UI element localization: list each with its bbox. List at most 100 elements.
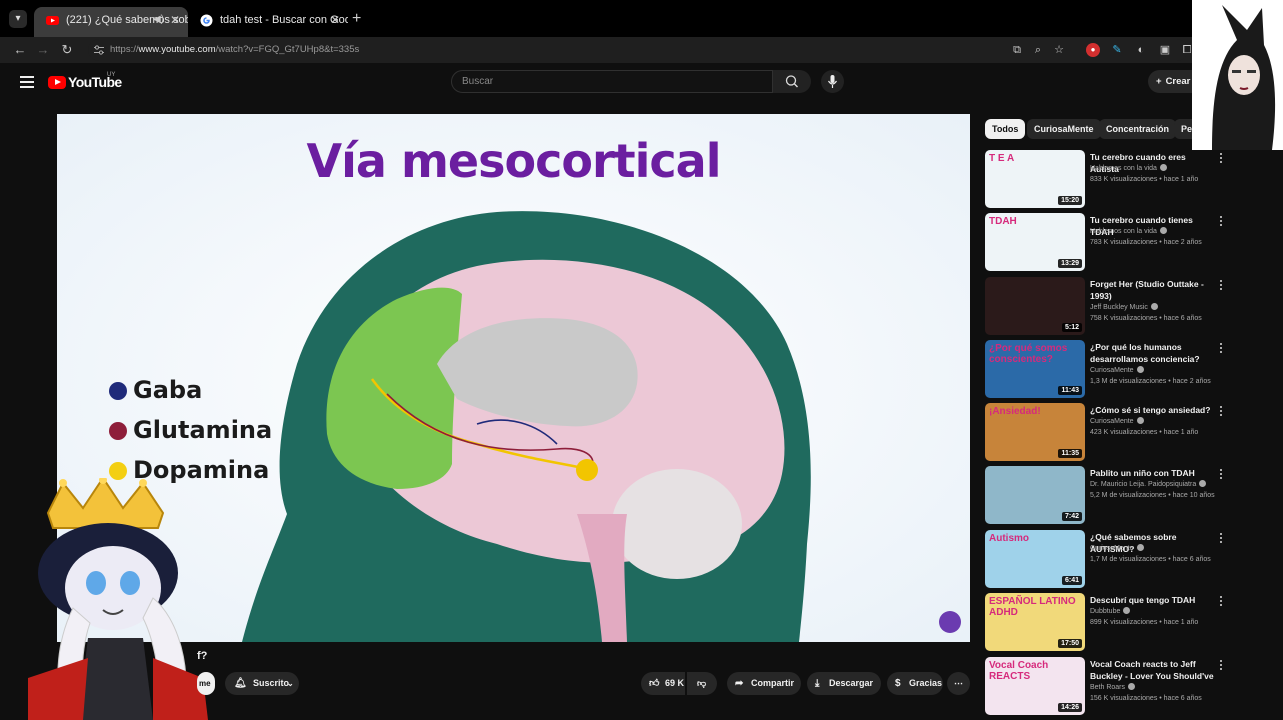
recommendation-item[interactable]: ESPAÑOL LATINO ADHD 17:50 Descubrí que ten… [985, 593, 1225, 653]
download-button[interactable]: ⤓ Descargar [807, 672, 881, 695]
thanks-button[interactable]: $ Gracias [887, 672, 943, 695]
legend-glutamina: Glutamina [109, 416, 272, 444]
channel-line[interactable]: Hablemos con la vida [1090, 164, 1167, 172]
back-arrow-icon[interactable]: ← [10, 40, 30, 60]
more-options-icon[interactable] [1218, 469, 1224, 481]
extension-cursor-icon[interactable]: ✎ [1110, 43, 1124, 57]
channel-name: Hablemos con la vida [1090, 228, 1157, 235]
recommendation-title[interactable]: ¿Cómo sé si tengo ansiedad? [1090, 404, 1215, 416]
share-button[interactable]: ➦ Compartir [727, 672, 801, 695]
more-options-icon[interactable] [1218, 533, 1224, 545]
more-options-icon[interactable] [1218, 406, 1224, 418]
video-thumbnail[interactable]: Autismo 6:41 [985, 530, 1085, 588]
more-options-icon[interactable] [1218, 280, 1224, 292]
tab-youtube[interactable]: (221) ¿Qué sabemos sobre ◀) ✕ [34, 7, 188, 37]
recommendation-title[interactable]: Vocal Coach reacts to Jeff Buckley - Lov… [1090, 658, 1215, 682]
video-duration: 6:41 [1061, 576, 1082, 585]
channel-line[interactable]: CuriosaMente [1090, 417, 1144, 425]
more-options-icon[interactable] [1218, 343, 1224, 355]
channel-line[interactable]: CuriosaMente [1090, 544, 1144, 552]
recommendation-item[interactable]: Autismo 6:41 ¿Qué sabemos sobre AUTISMO? Cu… [985, 530, 1225, 590]
speaker-icon[interactable]: ◀) [153, 7, 164, 33]
recommendation-item[interactable]: TDAH 13:29 Tu cerebro cuando tienes TDAH Ha… [985, 213, 1225, 273]
download-label: Descargar [829, 678, 874, 688]
channel-name: Dubbtube [1090, 608, 1121, 615]
video-thumbnail[interactable]: 5:12 [985, 277, 1085, 335]
channel-name: CuriosaMente [1090, 418, 1134, 425]
verified-check-icon [1128, 683, 1136, 690]
recommendation-item[interactable]: ¡Ansiedad! 11:35 ¿Cómo sé si tengo ansieda… [985, 403, 1225, 463]
plus-icon: + [1156, 76, 1162, 87]
menu-hamburger-icon[interactable] [20, 76, 34, 88]
region-code: UY [107, 72, 116, 78]
extension-moon-icon[interactable]: ◐ [1134, 43, 1148, 57]
thumbs-down-icon: 👎︎ [697, 678, 707, 688]
install-app-icon[interactable]: ⧉ [1010, 43, 1024, 57]
verified-check-icon [1136, 366, 1144, 373]
video-thumbnail[interactable]: Vocal Coach REACTS 14:26 [985, 657, 1085, 715]
video-stats: 156 K visualizaciones • hace 6 años [1090, 695, 1202, 702]
chip-curiosamente[interactable]: CuriosaMente [1027, 119, 1101, 139]
channel-line[interactable]: Hablemos con la vida [1090, 227, 1167, 235]
video-thumbnail[interactable]: ¡Ansiedad! 11:35 [985, 403, 1085, 461]
search-input[interactable]: Buscar [451, 70, 773, 93]
channel-name: Beth Roars [1090, 684, 1126, 691]
site-settings-icon[interactable] [93, 44, 105, 56]
recommendation-title[interactable]: Pablito un niño con TDAH [1090, 467, 1215, 479]
share-label: Compartir [751, 678, 795, 688]
join-button-partial[interactable]: me [197, 672, 215, 695]
legend-label: Gaba [133, 376, 203, 404]
more-actions-icon[interactable]: ⋯ [947, 672, 970, 695]
video-thumbnail[interactable]: TDAH 13:29 [985, 213, 1085, 271]
video-thumbnail[interactable]: 7:42 [985, 466, 1085, 524]
video-thumbnail[interactable]: ¿Por qué somos conscientes? 11:43 [985, 340, 1085, 398]
thumbnail-text: T E A [989, 153, 1015, 164]
like-button[interactable]: 👍︎ 69 K [641, 672, 685, 695]
recommendation-item[interactable]: ¿Por qué somos conscientes? 11:43 ¿Por qué… [985, 340, 1225, 400]
thumbnail-text: Vocal Coach REACTS [989, 660, 1049, 682]
tab-search-button[interactable]: ▾ [9, 10, 27, 28]
chevron-down-icon: ⌄ [287, 679, 294, 688]
chip-concentracion[interactable]: Concentración [1099, 119, 1177, 139]
channel-line[interactable]: CuriosaMente [1090, 366, 1144, 374]
channel-name: Jeff Buckley Music [1090, 304, 1148, 311]
close-tab-icon[interactable]: ✕ [330, 7, 340, 33]
voice-search-button[interactable] [821, 70, 844, 93]
video-stats: 1,7 M de visualizaciones • hace 6 años [1090, 556, 1211, 563]
more-options-icon[interactable] [1218, 660, 1224, 672]
channel-line[interactable]: Jeff Buckley Music [1090, 303, 1158, 311]
subscribed-button[interactable]: 🔔︎ Suscrito ⌄ [225, 672, 299, 695]
recommendation-item[interactable]: Vocal Coach REACTS 14:26 Vocal Coach react… [985, 657, 1225, 717]
channel-line[interactable]: Dr. Mauricio Leija. Paidopsiquiatra [1090, 480, 1207, 488]
tab-google[interactable]: tdah test - Buscar con Google ✕ [188, 7, 348, 37]
close-tab-icon[interactable]: ✕ [170, 7, 180, 33]
video-thumbnail[interactable]: T E A 15:20 [985, 150, 1085, 208]
more-options-icon[interactable] [1218, 596, 1224, 608]
youtube-favicon-icon [46, 16, 59, 25]
bookmark-star-icon[interactable]: ☆ [1052, 43, 1066, 57]
dislike-button[interactable]: 👎︎ [687, 672, 717, 695]
search-button[interactable] [773, 70, 811, 93]
extension-panel-icon[interactable]: ▣ [1158, 43, 1172, 57]
extension-red-icon[interactable]: ● [1086, 43, 1100, 57]
recommendation-title[interactable]: Forget Her (Studio Outtake - 1993) [1090, 278, 1215, 302]
recommendation-item[interactable]: 7:42 Pablito un niño con TDAH Dr. Mauricio… [985, 466, 1225, 526]
more-options-icon[interactable] [1218, 216, 1224, 228]
forward-arrow-icon[interactable]: → [33, 40, 53, 60]
reload-icon[interactable]: ↻ [57, 40, 77, 60]
zoom-icon[interactable]: ⌕ [1031, 43, 1045, 57]
more-options-icon[interactable] [1218, 153, 1224, 165]
recommendation-title[interactable]: Descubrí que tengo TDAH [1090, 594, 1215, 606]
video-duration: 7:42 [1061, 512, 1082, 521]
chip-todos[interactable]: Todos [985, 119, 1026, 139]
channel-line[interactable]: Dubbtube [1090, 607, 1131, 615]
recommendation-title[interactable]: ¿Por qué los humanos desarrollamos conci… [1090, 341, 1215, 365]
channel-line[interactable]: Beth Roars [1090, 683, 1136, 691]
new-tab-button[interactable]: + [352, 10, 361, 28]
video-thumbnail[interactable]: ESPAÑOL LATINO ADHD 17:50 [985, 593, 1085, 651]
video-stats: 833 K visualizaciones • hace 1 año [1090, 176, 1199, 183]
legend-dot-icon [109, 422, 127, 440]
recommendation-item[interactable]: 5:12 Forget Her (Studio Outtake - 1993) Je… [985, 277, 1225, 337]
recommendation-item[interactable]: T E A 15:20 Tu cerebro cuando eres Autista… [985, 150, 1225, 210]
video-duration: 11:43 [1058, 386, 1082, 395]
